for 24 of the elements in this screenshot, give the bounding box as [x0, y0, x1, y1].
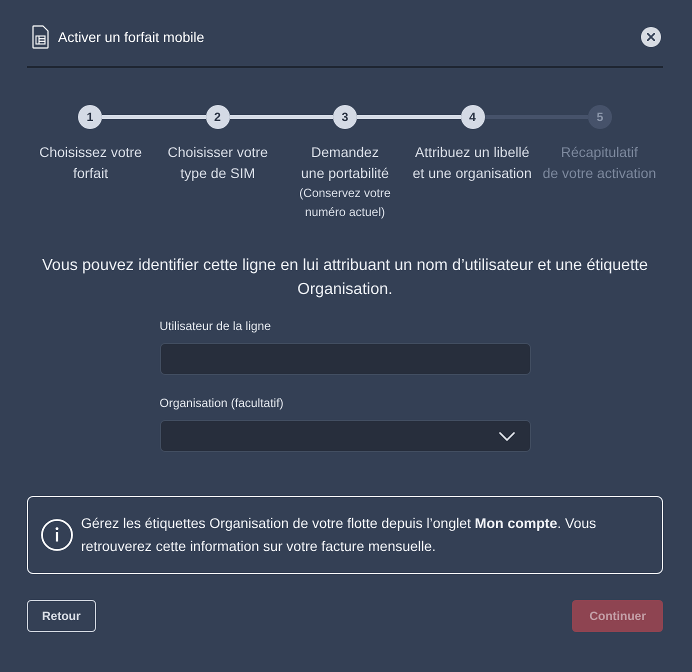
step-label: Choisisser votre type de SIM [168, 143, 268, 183]
description-text: Vous pouvez identifier cette ligne en lui attribuant un nom d’utilisateur et une étiquette Organisation. [41, 256, 649, 300]
info-icon [41, 519, 73, 551]
step-number: 3 [333, 105, 357, 129]
dropdown-field[interactable] [160, 420, 530, 452]
step-label: Demandez une portabilité [301, 143, 389, 183]
sim-card-icon [32, 25, 49, 49]
step-number: 2 [206, 105, 230, 129]
back-button[interactable]: Retour [27, 600, 96, 632]
step-label: Récapitulatif de votre activation [542, 143, 656, 183]
chevron-down-icon [498, 432, 514, 440]
field-label: Utilisateur de la ligne [160, 318, 271, 334]
step-number: 1 [78, 105, 102, 129]
step-number: 4 [460, 105, 484, 129]
step-label: Choisissez votre forfait [39, 143, 142, 183]
step-number: 5 [588, 105, 612, 129]
info-text: Gérez les étiquettes Organisation de votre flotte depuis l’onglet Mon compte. Vous retrouverez cette information sur votre facture mensuelle. [81, 514, 598, 556]
dialog-title: Activer un forfait mobile [58, 29, 204, 45]
close-icon [647, 33, 655, 41]
close-button[interactable] [641, 27, 661, 47]
step-label: Attribuez un libellé et une organisation [412, 143, 532, 183]
step-note: (Conservez votre numéro actuel) [299, 185, 391, 221]
input-field[interactable] [160, 343, 530, 375]
field-label: Organisation (facultatif) [160, 395, 284, 411]
